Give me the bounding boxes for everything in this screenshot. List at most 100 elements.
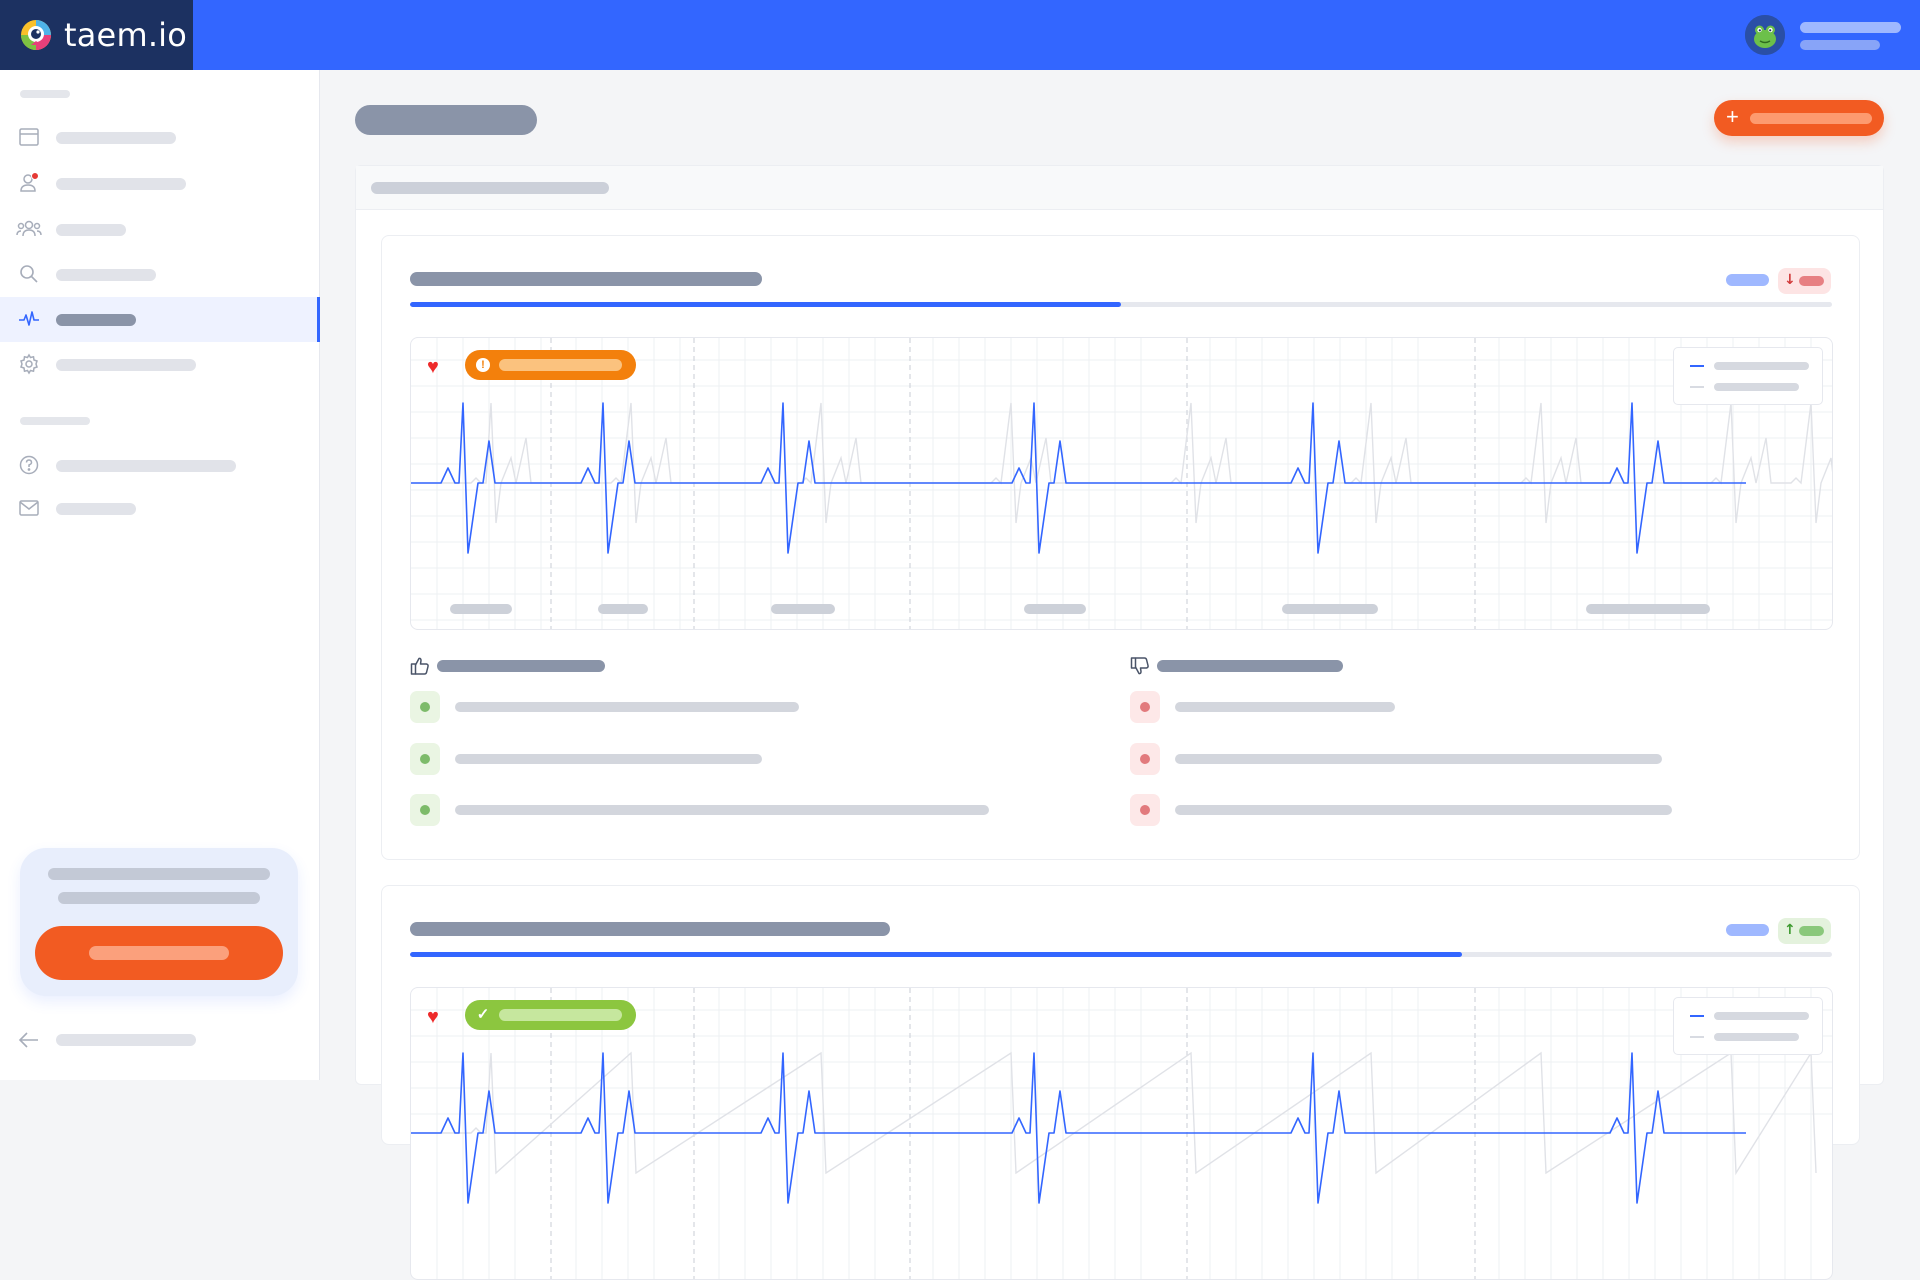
category-tag xyxy=(1726,924,1769,936)
sidebar-section-heading xyxy=(20,90,70,98)
legend-label-previous xyxy=(1714,383,1799,391)
status-label xyxy=(499,359,622,371)
con-item xyxy=(1130,794,1830,826)
chart-legend xyxy=(1673,997,1823,1055)
sidebar-item-label xyxy=(56,313,136,326)
promo-text-line xyxy=(48,868,270,880)
pro-item xyxy=(410,743,1110,775)
legend-label-current xyxy=(1714,1012,1809,1020)
con-item-text xyxy=(1175,702,1395,712)
sidebar-item-help[interactable] xyxy=(0,443,319,488)
category-tag xyxy=(1726,274,1769,286)
panel-header xyxy=(356,166,1883,210)
help-icon xyxy=(19,455,39,475)
progress-bar xyxy=(410,952,1832,957)
card-title xyxy=(410,922,890,936)
ecg-plot xyxy=(411,338,1832,629)
search-icon xyxy=(20,265,38,283)
progress-fill xyxy=(410,302,1121,307)
taem-logo-icon xyxy=(21,20,51,50)
frog-avatar-icon xyxy=(1745,15,1785,55)
upgrade-promo-card xyxy=(20,848,298,996)
sidebar-item-team[interactable] xyxy=(0,207,319,252)
trend-badge-down: ↓ xyxy=(1778,268,1831,294)
add-button[interactable]: + xyxy=(1714,100,1884,136)
top-bar: taem.io xyxy=(0,0,1920,70)
report-card: ↑ ♥ ✓ xyxy=(381,885,1860,1280)
con-item xyxy=(1130,743,1830,775)
trend-value xyxy=(1799,276,1824,286)
promo-cta-label xyxy=(89,946,229,960)
sidebar xyxy=(0,70,320,1080)
sidebar-item-label xyxy=(56,358,196,371)
heart-icon: ♥ xyxy=(427,1006,439,1028)
status-pill-ok: ✓ xyxy=(465,1000,636,1030)
arrow-down-icon: ↓ xyxy=(1784,272,1796,288)
pro-indicator xyxy=(410,794,440,826)
report-card: ↓ ♥ ! xyxy=(381,235,1860,860)
promo-text-line xyxy=(58,892,260,904)
arrow-up-icon: ↑ xyxy=(1784,922,1796,938)
trend-value xyxy=(1799,926,1824,936)
cons-heading xyxy=(1157,660,1343,672)
legend-swatch-current xyxy=(1690,1015,1704,1017)
ecg-plot xyxy=(411,988,1832,1279)
sidebar-item-profile[interactable] xyxy=(0,161,319,206)
legend-label-previous xyxy=(1714,1033,1799,1041)
user-avatar[interactable] xyxy=(1745,15,1785,55)
legend-swatch-previous xyxy=(1690,386,1704,388)
sidebar-item-calendar[interactable] xyxy=(0,115,319,160)
pro-item-text xyxy=(455,702,799,712)
sidebar-section-heading xyxy=(20,417,90,425)
promo-cta-button[interactable] xyxy=(35,926,283,980)
con-item-text xyxy=(1175,805,1672,815)
pro-item xyxy=(410,794,1110,826)
sidebar-item-label xyxy=(56,268,156,281)
heart-icon: ♥ xyxy=(427,356,439,378)
thumbs-down-icon xyxy=(1130,657,1149,675)
sidebar-item-label xyxy=(56,223,126,236)
arrow-left-icon xyxy=(18,1032,38,1048)
alert-icon: ! xyxy=(476,358,490,372)
sidebar-item-label xyxy=(56,502,136,515)
user-name-placeholder[interactable] xyxy=(1800,22,1901,33)
pros-column xyxy=(410,656,1110,826)
heartbeat-chart: ♥ ✓ xyxy=(410,987,1833,1280)
card-title xyxy=(410,272,762,286)
trend-badge-up: ↑ xyxy=(1778,918,1831,944)
sidebar-item-search[interactable] xyxy=(0,252,319,297)
pros-cons-section xyxy=(410,656,1833,826)
thumbs-up-icon xyxy=(410,657,429,675)
panel-header-title xyxy=(371,182,609,194)
heartbeat-icon xyxy=(19,311,39,326)
pros-heading xyxy=(437,660,605,672)
legend-swatch-current xyxy=(1690,365,1704,367)
status-pill-warning: ! xyxy=(465,350,636,380)
main-panel: ↓ ♥ ! ↑ ♥ ✓ xyxy=(355,165,1884,1280)
sidebar-item-mail[interactable] xyxy=(0,486,319,531)
gear-icon xyxy=(20,353,38,375)
page-title xyxy=(355,105,537,135)
sidebar-item-label xyxy=(56,459,236,472)
progress-bar xyxy=(410,302,1832,307)
collapse-sidebar-button[interactable] xyxy=(0,1022,319,1058)
team-icon xyxy=(16,220,42,237)
collapse-label xyxy=(56,1034,196,1046)
legend-label-current xyxy=(1714,362,1809,370)
add-button-label xyxy=(1750,113,1872,124)
sidebar-item-heartbeat[interactable] xyxy=(0,297,320,342)
cons-column xyxy=(1130,656,1830,826)
sidebar-item-label xyxy=(56,177,186,190)
status-label xyxy=(499,1009,622,1021)
con-item xyxy=(1130,691,1830,723)
brand-logo[interactable]: taem.io xyxy=(0,0,193,70)
con-indicator xyxy=(1130,743,1160,775)
user-role-placeholder xyxy=(1800,40,1880,50)
sidebar-item-settings[interactable] xyxy=(0,342,319,387)
user-notification-icon xyxy=(20,172,39,192)
pro-item-text xyxy=(455,805,989,815)
pro-item-text xyxy=(455,754,762,764)
legend-swatch-previous xyxy=(1690,1036,1704,1038)
pro-indicator xyxy=(410,691,440,723)
check-icon: ✓ xyxy=(476,1006,490,1023)
